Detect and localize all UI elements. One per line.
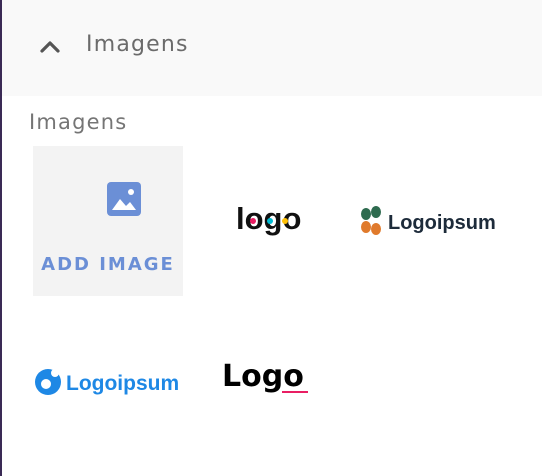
image-thumbnail-logo[interactable]: logo xyxy=(228,196,304,242)
image-icon xyxy=(107,182,141,216)
logoipsum-flower-image: Logoipsum xyxy=(361,206,496,235)
section-title: Imagens xyxy=(86,32,189,57)
logo-black-wordmark: Logo xyxy=(222,362,304,394)
flower-mark-icon xyxy=(361,206,381,235)
logo-black-image: Logo xyxy=(222,359,308,394)
blue-mark-icon xyxy=(35,369,61,395)
image-thumbnail-logoipsum-flower[interactable]: Logoipsum xyxy=(356,202,501,242)
images-field-label: Imagens xyxy=(29,110,128,134)
logoipsum-blue-image: Logoipsum xyxy=(35,369,179,395)
logo-image: logo xyxy=(236,201,301,236)
image-thumbnail-logo-black[interactable]: Logo xyxy=(220,359,316,400)
image-thumbnail-logoipsum-blue[interactable]: Logoipsum xyxy=(33,365,188,399)
add-image-button[interactable]: ADD IMAGE xyxy=(33,146,183,296)
logoipsum-blue-wordmark: Logoipsum xyxy=(66,372,179,395)
add-image-label: ADD IMAGE xyxy=(41,254,175,275)
logoipsum-wordmark: Logoipsum xyxy=(388,212,496,234)
chevron-up-icon[interactable] xyxy=(39,38,61,54)
images-section-header[interactable]: Imagens xyxy=(2,0,542,96)
